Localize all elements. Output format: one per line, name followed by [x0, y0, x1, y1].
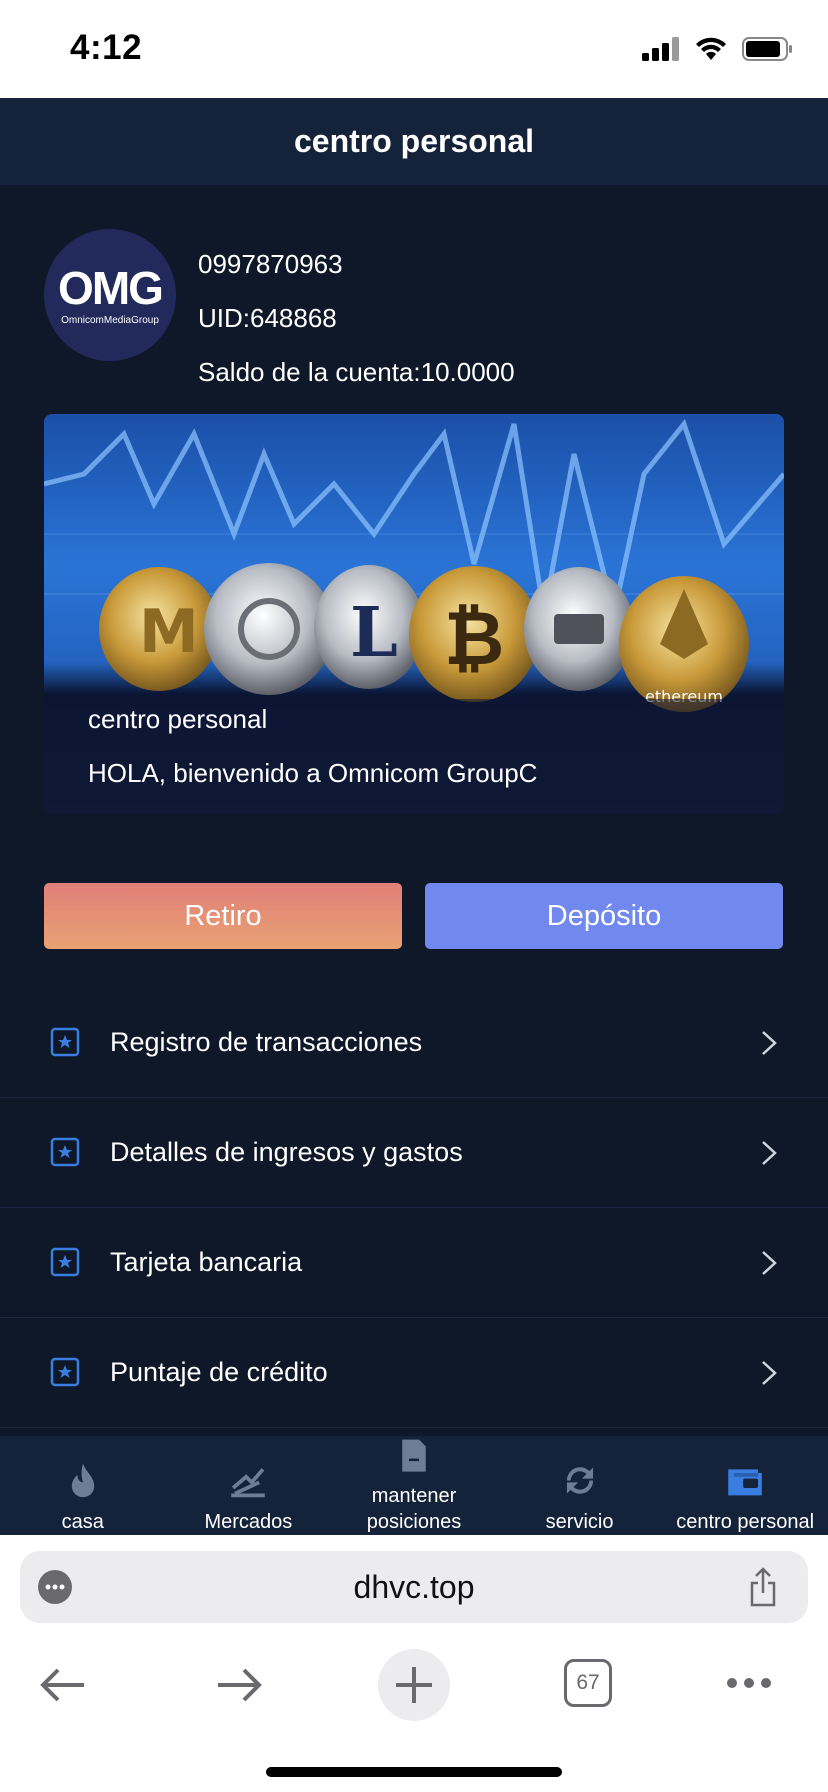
browser-toolbar: dhvc.top 67: [0, 1535, 828, 1792]
tab-servicio[interactable]: servicio: [497, 1436, 663, 1535]
banner-title: centro personal: [88, 704, 268, 734]
tab-label: Mercados: [204, 1511, 293, 1533]
app-screen: centro personal OMG OmnicomMediaGroup 09…: [0, 98, 828, 1535]
address-bar[interactable]: dhvc.top: [20, 1551, 808, 1623]
user-uid: UID:648868: [198, 303, 337, 333]
tab-label: mantener posiciones: [366, 1485, 462, 1533]
tab-count-button[interactable]: 67: [564, 1659, 612, 1707]
app-header: centro personal: [0, 98, 828, 185]
browser-nav: 67: [0, 1645, 828, 1725]
forward-arrow-icon[interactable]: [214, 1665, 264, 1705]
refresh-icon: [566, 1467, 593, 1494]
page-title: centro personal: [293, 123, 535, 159]
star-square-icon: [50, 1027, 80, 1057]
menu-item-credit-score[interactable]: Puntaje de crédito: [0, 1318, 828, 1428]
bottom-tab-bar: casa Mercados mantener posiciones servic…: [0, 1436, 828, 1535]
tab-mantener-posiciones[interactable]: mantener posiciones: [331, 1436, 497, 1535]
more-options-icon[interactable]: [724, 1675, 774, 1691]
share-icon[interactable]: [748, 1567, 778, 1607]
menu-item-label: Tarjeta bancaria: [110, 1247, 303, 1277]
document-icon: [402, 1439, 426, 1472]
banner-welcome: HOLA, bienvenido a Omnicom GroupC: [88, 758, 538, 788]
tab-centro-personal[interactable]: centro personal: [662, 1436, 828, 1535]
avatar-logo-text: OMG: [58, 261, 164, 314]
svg-text:₿: ₿: [444, 596, 504, 682]
flame-icon: [71, 1463, 94, 1498]
menu-item-transactions[interactable]: Registro de transacciones: [0, 988, 828, 1098]
menu-item-income-expenses[interactable]: Detalles de ingresos y gastos: [0, 1098, 828, 1208]
menu-list: Registro de transacciones Detalles de in…: [0, 988, 828, 1428]
chevron-right-icon: [762, 1361, 777, 1385]
chevron-right-icon: [762, 1251, 777, 1275]
tab-label: centro personal: [676, 1511, 815, 1533]
status-bar: 4:12: [0, 0, 828, 98]
star-square-icon: [50, 1137, 80, 1167]
tab-mercados[interactable]: Mercados: [166, 1436, 332, 1535]
phone-number: 0997870963: [198, 249, 343, 279]
status-time: 4:12: [70, 28, 143, 67]
battery-icon: [742, 37, 792, 61]
back-arrow-icon[interactable]: [38, 1665, 88, 1705]
chart-icon: [231, 1468, 266, 1498]
withdraw-button[interactable]: Retiro: [44, 883, 402, 949]
menu-item-label: Registro de transacciones: [110, 1027, 423, 1057]
avatar-logo-subtext: OmnicomMediaGroup: [61, 314, 159, 326]
new-tab-plus-icon[interactable]: [378, 1649, 450, 1721]
profile-info: 0997870963 UID:648868 Saldo de la cuenta…: [198, 237, 515, 399]
profile-section: OMG OmnicomMediaGroup 0997870963 UID:648…: [0, 185, 828, 413]
menu-item-bank-card[interactable]: Tarjeta bancaria: [0, 1208, 828, 1318]
svg-text:L: L: [350, 593, 398, 673]
star-square-icon: [50, 1357, 80, 1387]
wifi-icon: [696, 37, 726, 60]
url-text: dhvc.top: [353, 1569, 475, 1605]
avatar: OMG OmnicomMediaGroup: [44, 229, 176, 361]
home-indicator: [266, 1767, 562, 1777]
tab-label: casa: [61, 1511, 104, 1533]
chevron-right-icon: [762, 1031, 777, 1055]
wallet-icon: [728, 1469, 762, 1496]
promo-banner: M L ₿ ethereum centro personal HOLA, bie…: [44, 414, 784, 814]
menu-item-label: Puntaje de crédito: [110, 1357, 328, 1387]
menu-item-label: Detalles de ingresos y gastos: [110, 1137, 463, 1167]
tab-label: servicio: [545, 1511, 614, 1533]
status-icons: [642, 36, 794, 62]
deposit-button[interactable]: Depósito: [425, 883, 783, 949]
star-square-icon: [50, 1247, 80, 1277]
tab-casa[interactable]: casa: [0, 1436, 166, 1535]
signal-icon: [642, 37, 679, 61]
svg-text:M: M: [139, 597, 199, 667]
chevron-right-icon: [762, 1141, 777, 1165]
account-balance: Saldo de la cuenta:10.0000: [198, 357, 515, 387]
